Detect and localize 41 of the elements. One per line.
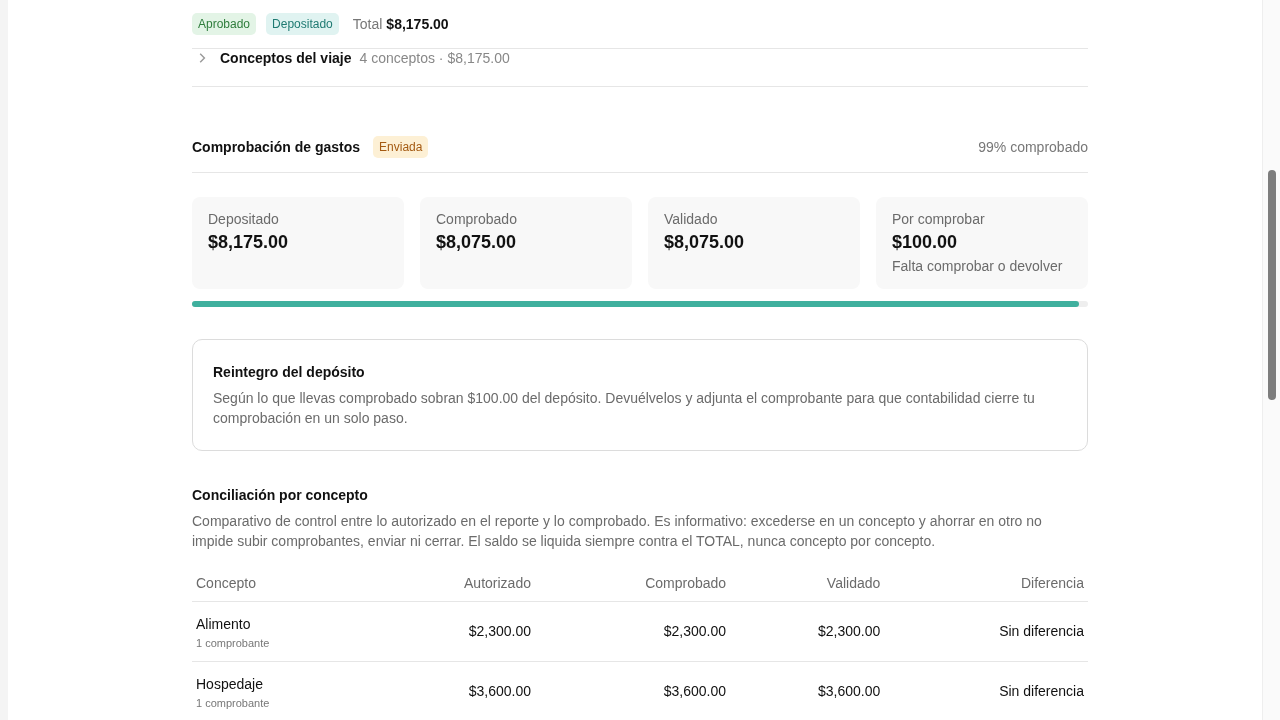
column-header: Concepto — [192, 569, 371, 602]
table-cell: Sin diferencia — [884, 661, 1088, 720]
table-cell: $3,600.00 — [370, 661, 535, 720]
card-label: Por comprobar — [892, 211, 986, 227]
status-badge: Enviada — [373, 136, 429, 158]
column-header: Diferencia — [884, 569, 1088, 602]
section-title: Comprobación de gastos — [192, 139, 361, 155]
card-label: Validado — [664, 211, 719, 227]
card-amount: $100.00 — [892, 232, 959, 253]
table-cell: $3,600.00 — [534, 661, 731, 720]
section-title: Conciliación por concepto — [192, 487, 369, 503]
total-value: $8,175.00 — [386, 16, 449, 32]
section-title: Conceptos del viaje — [220, 50, 352, 66]
notice-text: Según lo que llevas comprobado sobran $100.00 del depósito. Devuélvelos y adjunta el comprobante para que contabilidad cierre tu comprobación en un solo paso. — [213, 389, 1036, 428]
card-amount: $8,075.00 — [436, 232, 518, 253]
status-badge: Depositado — [266, 13, 339, 35]
receipt-count: 1 comprobante — [196, 697, 271, 709]
table-cell: $2,300.00 — [370, 601, 535, 662]
card-amount: $8,075.00 — [664, 232, 746, 253]
card-label: Comprobado — [436, 211, 518, 227]
card-label: Depositado — [208, 211, 280, 227]
section-description: Comparativo de control entre lo autorizado en el reporte y lo comprobado. Es informativo: excederse en un concepto y ahorrar en otro no impide subir comprobantes, enviar ni cerrar. El saldo se liquida siempre contra el TOTAL, nunca concepto por concepto. — [192, 512, 1043, 551]
concept-name: Hospedaje — [196, 676, 264, 692]
table-cell: $2,300.00 — [534, 601, 731, 662]
total-label: Total — [352, 16, 383, 32]
concept-name: Alimento — [196, 616, 252, 632]
column-header: Comprobado — [534, 569, 731, 602]
card-amount: $8,175.00 — [208, 232, 290, 253]
table-cell: Sin diferencia — [884, 601, 1088, 662]
section-summary: 4 conceptos · $8,175.00 — [359, 50, 510, 66]
receipt-count: 1 comprobante — [196, 637, 271, 649]
expander-row[interactable]: Conceptos del viaje 4 conceptos · $8,175.00 — [192, 49, 1088, 87]
notice-title: Reintegro del depósito — [213, 364, 366, 380]
column-header: Autorizado — [370, 569, 535, 602]
status-badge: Aprobado — [192, 13, 257, 35]
card-note: Falta comprobar o devolver — [892, 258, 1064, 274]
column-header: Validado — [730, 569, 885, 602]
scrollbar-thumb[interactable] — [1267, 170, 1276, 400]
table-cell: $3,600.00 — [730, 661, 885, 720]
table-cell: $2,300.00 — [730, 601, 885, 662]
progress-text: 99% comprobado — [978, 139, 1088, 155]
